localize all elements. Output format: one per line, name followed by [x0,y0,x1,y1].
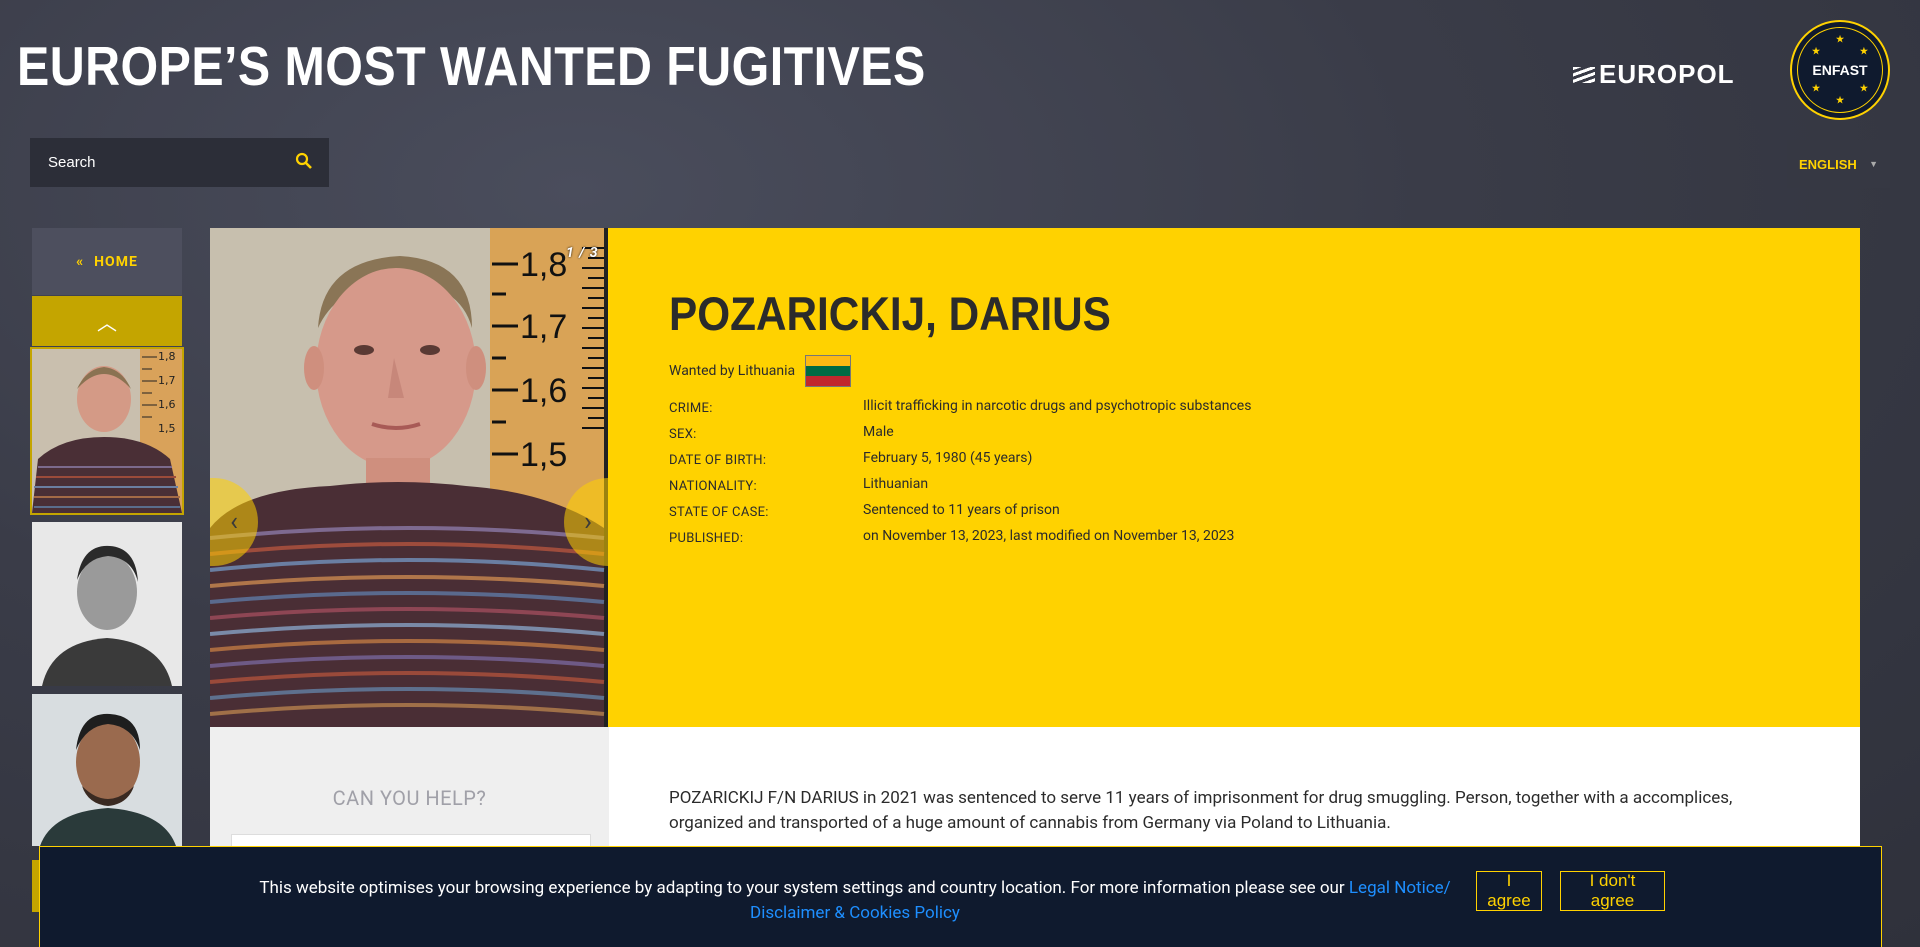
fugitive-main-photo: 1,8 1,7 1,6 1,5 [210,228,608,727]
language-select[interactable]: ENGLISH ▼ [1787,140,1890,188]
detail-label: SEX: [669,426,697,442]
fugitive-thumbnail[interactable] [32,522,182,686]
scale-mark: 1,7 [520,308,567,346]
fugitive-photo-thumb [32,522,182,686]
caret-down-icon: ▼ [1869,159,1878,169]
detail-row-state-of-case: STATE OF CASE: Sentenced to 11 years of … [669,497,1251,523]
photo-counter: 1 / 3 [566,245,599,261]
detail-value: Male [863,424,894,440]
detail-value: Illicit trafficking in narcotic drugs an… [863,398,1252,414]
search-icon[interactable] [295,152,313,174]
fugitive-photo-thumb: 1,8 1,7 1,6 1,5 [32,349,182,513]
europol-logo[interactable]: EUROPOL [1573,59,1735,90]
home-button[interactable]: « HOME [32,228,182,295]
scale-mark: 1,8 [520,246,567,284]
fugitive-thumbnail[interactable] [32,694,182,846]
double-chevron-left-icon: « [76,253,85,270]
star-icon: ★ [1812,46,1821,56]
detail-label: PUBLISHED: [669,530,744,546]
detail-row-nationality: NATIONALITY: Lithuanian [669,471,1251,497]
wanted-by-text: Wanted by Lithuania [669,363,796,379]
search-input[interactable] [46,153,270,172]
fugitive-details: CRIME: Illicit trafficking in narcotic d… [669,393,1251,549]
help-title: CAN YOU HELP? [332,786,487,810]
case-description: POZARICKIJ F/N DARIUS in 2021 was senten… [669,788,1733,833]
detail-value: Lithuanian [863,476,929,492]
cookie-text: This website optimises your browsing exp… [259,878,1345,898]
star-icon: ★ [1836,95,1845,105]
detail-row-published: PUBLISHED: on November 13, 2023, last mo… [669,523,1251,549]
flag-stripe [806,366,851,376]
scale-mark: 1,6 [520,372,567,410]
fugitive-photo-thumb [32,694,182,846]
detail-row-date-of-birth: DATE OF BIRTH: February 5, 1980 (45 year… [669,445,1251,471]
home-label: HOME [94,253,138,270]
flag-stripe [806,376,851,386]
svg-text:1,7: 1,7 [158,374,176,387]
flag-stripe [806,356,851,366]
site-title: EUROPE’S MOST WANTED FUGITIVES [17,35,926,97]
star-icon: ★ [1859,46,1868,56]
enfast-logo[interactable]: ★ ★ ★ ★ ★ ★ ENFAST [1790,20,1890,120]
fugitive-name: POZARICKIJ, DARIUS [669,287,1111,340]
fugitive-thumbnail[interactable]: 1,8 1,7 1,6 1,5 [30,347,184,515]
detail-value: February 5, 1980 (45 years) [863,450,1033,466]
svg-text:1,8: 1,8 [158,350,176,363]
agree-button[interactable]: I agree [1476,871,1542,911]
disagree-button[interactable]: I don't agree [1560,871,1665,911]
star-icon: ★ [1859,83,1868,93]
thumbnails-scroll-up-button[interactable]: ︿ [32,296,182,346]
lithuania-flag-icon [805,355,852,387]
svg-text:1,6: 1,6 [158,398,176,411]
detail-row-sex: SEX: Male [669,419,1251,445]
enfast-logo-text: ENFAST [1812,62,1868,78]
star-icon: ★ [1812,83,1821,93]
detail-label: NATIONALITY: [669,478,757,494]
europol-logo-text: EUROPOL [1599,59,1735,89]
detail-value: Sentenced to 11 years of prison [863,502,1060,518]
svg-text:1,5: 1,5 [158,422,176,435]
language-selected: ENGLISH [1799,156,1857,172]
chevron-up-icon: ︿ [97,310,117,335]
detail-label: DATE OF BIRTH: [669,452,767,468]
detail-label: CRIME: [669,400,713,416]
cookie-message: This website optimises your browsing exp… [255,876,1455,926]
mugshot-image: 1,8 1,7 1,6 1,5 [210,228,608,727]
scale-mark: 1,5 [520,436,567,474]
star-icon: ★ [1836,34,1845,44]
chevron-left-icon: ‹ [230,507,238,537]
detail-value: on November 13, 2023, last modified on N… [863,528,1235,544]
detail-row-crime: CRIME: Illicit trafficking in narcotic d… [669,393,1251,419]
europol-mark-icon [1573,66,1595,83]
enfast-seal-icon: ★ ★ ★ ★ ★ ★ ENFAST [1797,27,1883,113]
detail-label: STATE OF CASE: [669,504,769,520]
search-box [30,138,329,187]
wanted-by: Wanted by Lithuania [669,355,852,387]
chevron-right-icon: › [584,507,592,537]
